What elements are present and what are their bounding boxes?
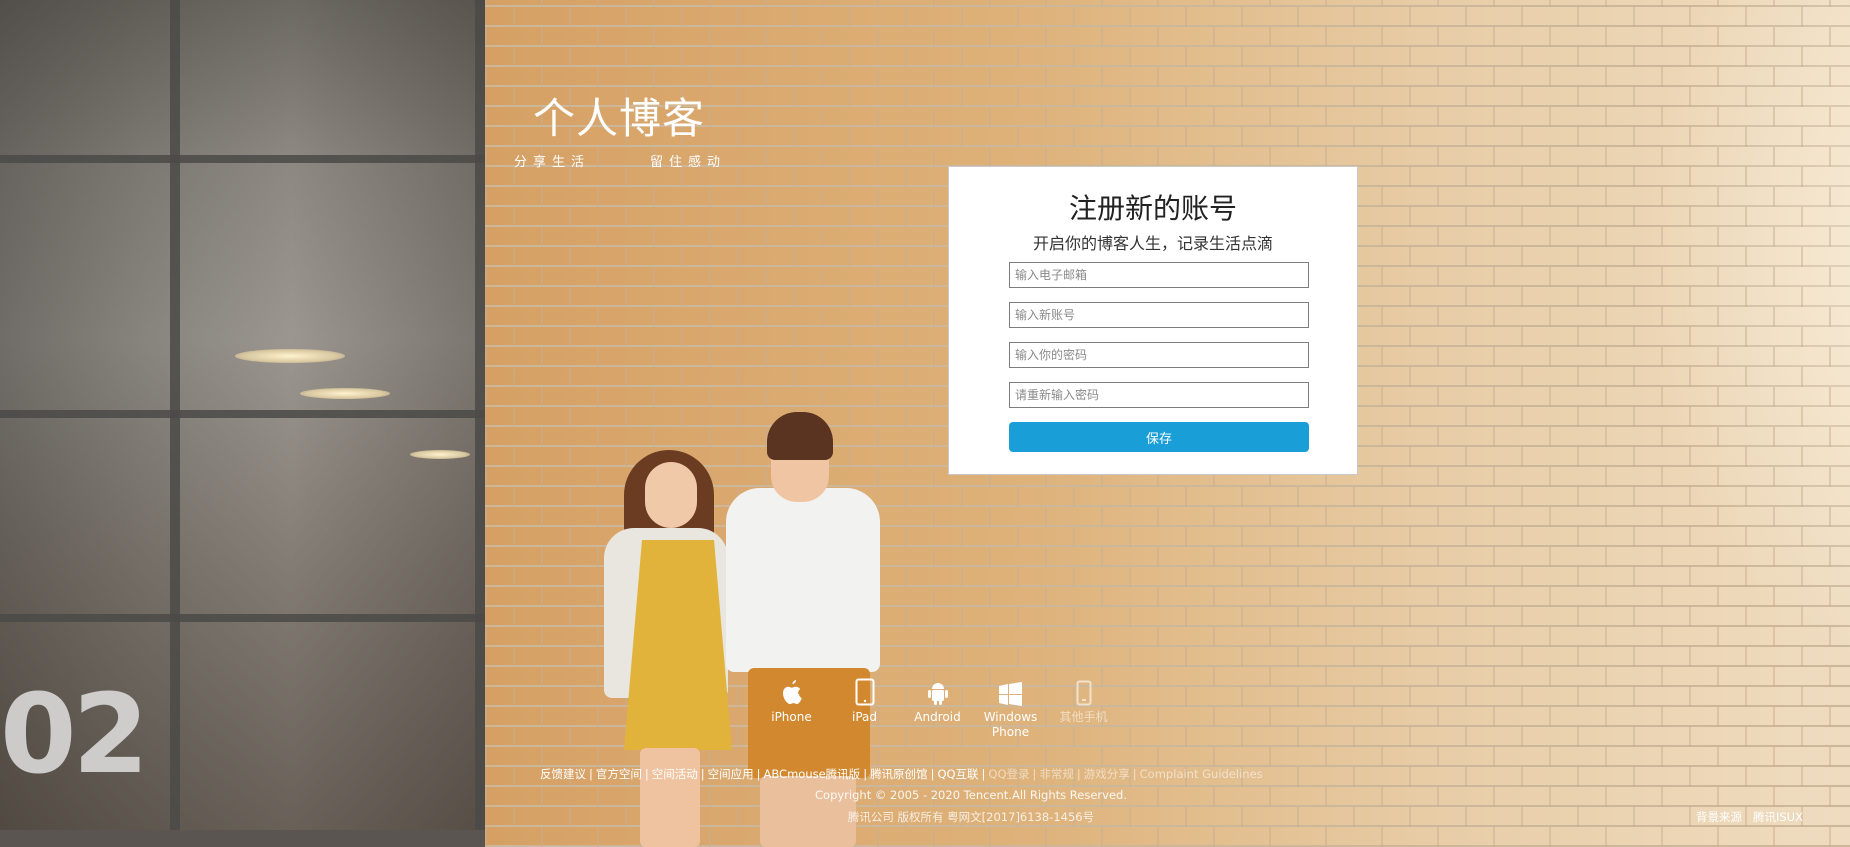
app-other-phone[interactable]: 其他手机 <box>1047 676 1120 740</box>
footer-link-space-events[interactable]: 空间活动 <box>652 767 698 781</box>
register-card: 注册新的账号 开启你的博客人生，记录生活点滴 保存 <box>948 166 1358 475</box>
app-iphone[interactable]: iPhone <box>755 676 828 740</box>
footer-link-9[interactable]: 游戏分享 <box>1084 767 1130 781</box>
register-subtitle: 开启你的博客人生，记录生活点滴 <box>1032 234 1273 253</box>
app-label: 其他手机 <box>1059 710 1108 724</box>
app-android[interactable]: Android <box>901 676 974 740</box>
app-label: Windows Phone <box>983 710 1038 739</box>
phone-icon <box>1047 676 1120 706</box>
footer-link-complaint-guidelines[interactable]: Complaint Guidelines <box>1140 767 1263 781</box>
app-windows-phone[interactable]: Windows Phone <box>974 676 1047 740</box>
footer-links: 反馈建议 | 官方空间 | 空间活动 | 空间应用 | ABCmouse腾讯版 | 腾讯原创馆 | QQ… <box>540 767 1263 781</box>
footer-link-8[interactable]: 非常规 <box>1039 767 1074 781</box>
footer-link-qq-login[interactable]: QQ登录 <box>988 767 1029 781</box>
app-label: iPhone <box>771 710 812 724</box>
floor <box>0 830 485 847</box>
app-label: iPad <box>851 710 877 724</box>
app-ipad[interactable]: iPad <box>828 676 901 740</box>
app-label: Android <box>914 710 961 724</box>
new-account-field[interactable] <box>1009 302 1309 328</box>
password-field[interactable] <box>1009 342 1309 368</box>
tablet-icon <box>828 676 901 706</box>
register-title: 注册新的账号 <box>1068 192 1237 225</box>
ceiling-light <box>235 349 345 363</box>
email-field[interactable] <box>1009 262 1309 288</box>
footer-link-abcmouse[interactable]: ABCmouse腾讯版 <box>764 767 861 781</box>
footer-link-feedback[interactable]: 反馈建议 <box>540 767 586 781</box>
android-icon <box>901 676 974 706</box>
footer-link-qq-connect[interactable]: QQ互联 <box>937 767 978 781</box>
background-credit: 背景来源 腾讯ISUX <box>1696 809 1803 825</box>
footer-link-space-apps[interactable]: 空间应用 <box>708 767 754 781</box>
license-text: 腾讯公司 版权所有 粤网文[2017]6138-1456号 <box>847 810 1095 824</box>
wall-number: 02 <box>0 670 149 798</box>
window-frame <box>170 0 180 847</box>
copyright-text: Copyright © 2005 - 2020 Tencent.All Righ… <box>815 788 1127 802</box>
footer-link-original[interactable]: 腾讯原创馆 <box>870 767 928 781</box>
apple-icon <box>755 676 828 706</box>
window-frame <box>475 0 485 847</box>
save-button[interactable]: 保存 <box>1009 422 1309 452</box>
windows-icon <box>974 676 1047 706</box>
window-frame <box>0 155 485 163</box>
isux-link[interactable]: 腾讯ISUX <box>1753 810 1803 824</box>
ceiling-light <box>300 388 390 399</box>
background-source-link[interactable]: 背景来源 <box>1696 810 1742 824</box>
confirm-password-field[interactable] <box>1009 382 1309 408</box>
app-download-list: iPhone iPad Android Windows Phone 其他手机 <box>755 676 1120 740</box>
footer-link-official-space[interactable]: 官方空间 <box>596 767 642 781</box>
slogan-share-life: 分享生活 <box>514 155 591 170</box>
window-frame <box>0 614 485 622</box>
site-title: 个人博客 <box>533 94 706 143</box>
window-frame <box>0 410 485 418</box>
slogan-keep-moments: 留住感动 <box>650 155 727 170</box>
ceiling-light <box>410 450 470 459</box>
